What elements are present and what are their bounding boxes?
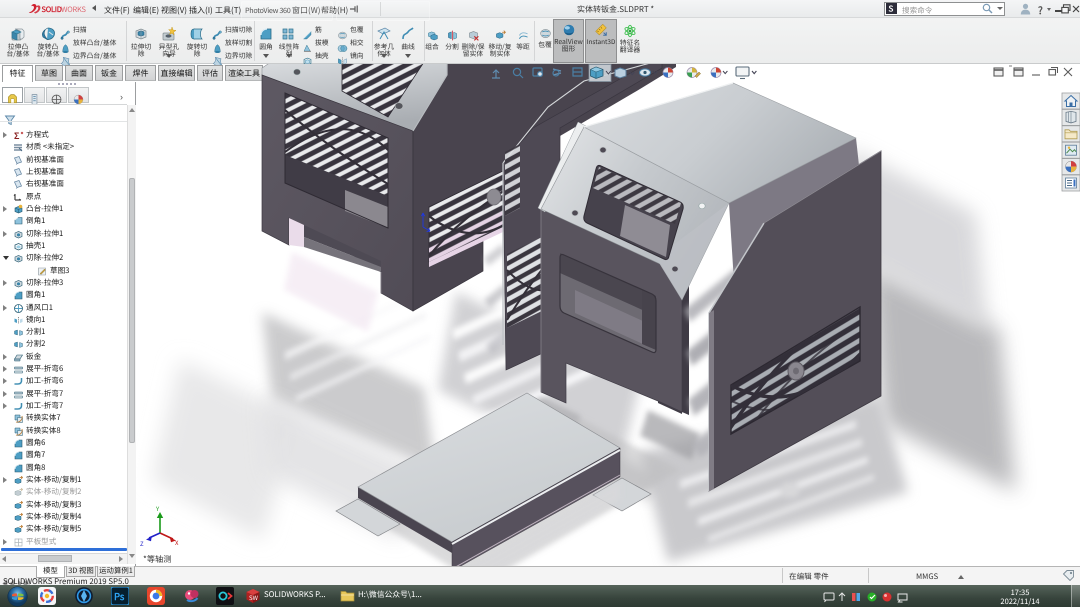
svg-text:SOLID: SOLID: [42, 4, 62, 15]
svg-text:Y: Y: [156, 504, 160, 513]
svg-text:X: X: [175, 538, 179, 547]
svg-text:Z: Z: [140, 539, 144, 548]
svg-text:Σ: Σ: [14, 131, 20, 141]
svg-text:WORKS: WORKS: [61, 4, 86, 15]
svg-text:Ps: Ps: [114, 589, 125, 603]
svg-text:SW: SW: [249, 593, 259, 602]
svg-text:*等轴测: *等轴测: [143, 553, 171, 565]
svg-text:S: S: [889, 4, 894, 13]
